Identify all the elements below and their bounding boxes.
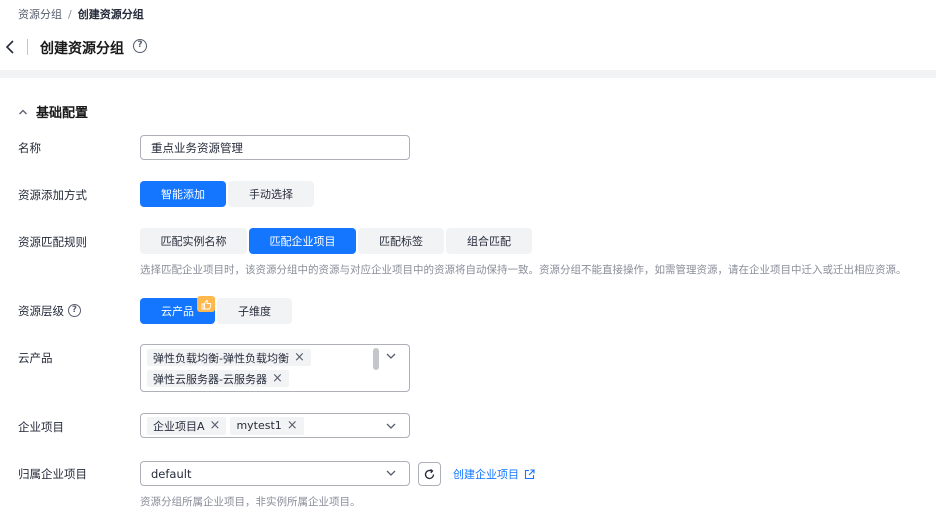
refresh-button[interactable]: [418, 462, 441, 486]
match-rule-hint: 选择匹配企业项目时，该资源分组中的资源与对应企业项目中的资源将自动保持一致。资源…: [140, 264, 907, 276]
page-title: 创建资源分组: [40, 41, 124, 57]
refresh-icon: [424, 468, 435, 479]
close-icon[interactable]: ×: [210, 419, 221, 432]
level-sub-dimension[interactable]: 子维度: [217, 298, 292, 324]
level-selector: 云产品 子维度: [140, 298, 292, 324]
cloud-product-scrollbar[interactable]: [373, 348, 379, 370]
close-icon[interactable]: ×: [294, 351, 305, 364]
cloud-product-select[interactable]: 弹性负载均衡-弹性负载均衡 × 弹性云服务器-云服务器 ×: [140, 344, 410, 392]
add-mode-smart[interactable]: 智能添加: [140, 181, 226, 207]
owner-project-value: default: [151, 466, 192, 481]
enterprise-project-label: 企业项目: [18, 420, 64, 434]
help-icon[interactable]: ?: [133, 39, 147, 53]
chevron-down-icon[interactable]: [386, 421, 396, 431]
enterprise-project-tag: 企业项目A ×: [147, 416, 227, 435]
tag-label: mytest1: [236, 419, 282, 432]
tag-label: 弹性云服务器-云服务器: [153, 372, 267, 386]
level-help-icon[interactable]: ?: [68, 304, 81, 317]
title-bar: 创建资源分组 ?: [0, 28, 936, 68]
chevron-down-icon[interactable]: [386, 468, 396, 478]
create-enterprise-project-link[interactable]: 创建企业项目: [453, 466, 535, 482]
enterprise-project-select[interactable]: 企业项目A × mytest1 ×: [140, 413, 410, 438]
tag-label: 企业项目A: [153, 419, 205, 433]
section-title: 基础配置: [36, 106, 89, 121]
page-divider: [0, 70, 936, 78]
add-mode-selector: 智能添加 手动选择: [140, 181, 314, 207]
match-rule-enterprise-project[interactable]: 匹配企业项目: [249, 228, 356, 254]
match-rule-selector: 匹配实例名称 匹配企业项目 匹配标签 组合匹配: [140, 228, 532, 254]
chevron-up-icon: [19, 109, 27, 114]
thumbs-up-icon: [201, 299, 211, 309]
breadcrumb-parent[interactable]: 资源分组: [18, 6, 62, 22]
owner-project-label: 归属企业项目: [18, 467, 87, 481]
link-label: 创建企业项目: [453, 468, 519, 481]
add-mode-manual[interactable]: 手动选择: [228, 181, 314, 207]
match-rule-combined[interactable]: 组合匹配: [446, 228, 532, 254]
tag-label: 弹性负载均衡-弹性负载均衡: [153, 351, 289, 365]
match-rule-label: 资源匹配规则: [18, 235, 87, 249]
owner-project-select[interactable]: default: [140, 461, 410, 486]
name-input[interactable]: 重点业务资源管理: [140, 135, 410, 160]
section-header[interactable]: 基础配置: [18, 102, 88, 121]
breadcrumb-separator: /: [68, 7, 72, 21]
enterprise-project-tag: mytest1 ×: [230, 416, 304, 435]
cloud-product-tag: 弹性负载均衡-弹性负载均衡 ×: [147, 349, 311, 366]
cloud-product-label: 云产品: [18, 351, 53, 365]
chevron-left-icon[interactable]: [4, 38, 18, 56]
level-label: 资源层级: [18, 304, 64, 318]
breadcrumb: 资源分组 / 创建资源分组: [18, 6, 144, 22]
match-rule-instance-name[interactable]: 匹配实例名称: [140, 228, 247, 254]
recommend-badge: [197, 296, 215, 312]
close-icon[interactable]: ×: [272, 372, 283, 385]
close-icon[interactable]: ×: [287, 419, 298, 432]
chevron-down-icon[interactable]: [386, 351, 396, 361]
match-rule-tag[interactable]: 匹配标签: [358, 228, 444, 254]
name-label: 名称: [18, 141, 41, 155]
breadcrumb-current: 创建资源分组: [77, 8, 144, 21]
owner-project-hint: 资源分组所属企业项目，非实例所属企业项目。: [140, 496, 361, 508]
title-divider: [27, 39, 28, 55]
name-input-value: 重点业务资源管理: [151, 140, 243, 155]
cloud-product-tag: 弹性云服务器-云服务器 ×: [147, 370, 289, 387]
external-link-icon: [524, 468, 535, 479]
add-mode-label: 资源添加方式: [18, 188, 87, 202]
